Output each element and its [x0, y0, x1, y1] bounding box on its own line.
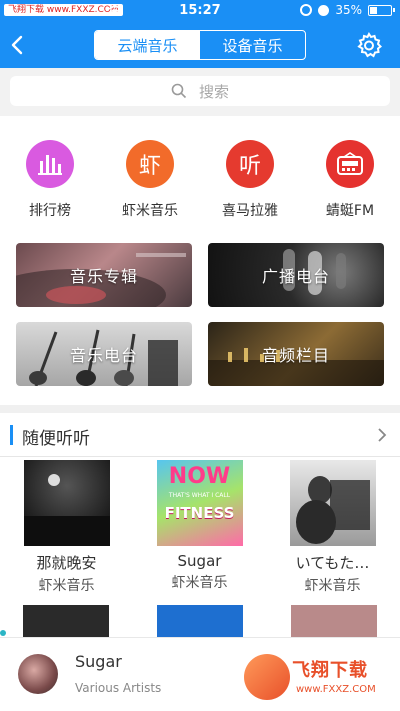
gear-icon[interactable] [356, 32, 382, 58]
banner-radio-stations[interactable]: 广播电台 [208, 243, 384, 307]
section-accent-bar [10, 425, 13, 445]
banner-label: 音乐电台 [69, 346, 138, 365]
banner-audio-columns[interactable]: 音频栏目 [208, 322, 384, 386]
cover-heading: FITNESS [164, 504, 235, 522]
tab-cloud-music[interactable]: 云端音乐 [95, 31, 200, 59]
album-card[interactable]: いてもた… 虾米音乐 [266, 460, 399, 595]
chevron-right-icon[interactable] [376, 427, 388, 443]
watermark-url: www.FXXZ.COM [296, 684, 376, 695]
category-qingting-fm[interactable]: 蜻蜓FM [300, 140, 400, 220]
section-title: 随便听听 [22, 429, 90, 449]
source-segmented-control: 云端音乐 设备音乐 [94, 30, 306, 60]
xiami-logo-icon: 虾 [126, 140, 174, 188]
album-title: Sugar [177, 552, 222, 570]
category-label: 蜻蜓FM [325, 203, 375, 219]
album-source: 虾米音乐 [38, 578, 95, 594]
album-source: 虾米音乐 [304, 578, 361, 594]
watermark-brand-name: 飞翔下载 [292, 660, 368, 681]
tab-device-music[interactable]: 设备音乐 [200, 31, 305, 59]
banner-music-albums[interactable]: 音乐专辑 [16, 243, 192, 307]
album-cover[interactable] [291, 605, 377, 637]
ximalaya-logo-icon: 听 [226, 140, 274, 188]
alarm-icon [318, 4, 330, 16]
album-title: 那就晚安 [36, 554, 97, 572]
cover-subtitle: THAT'S WHAT I CALL [168, 492, 231, 499]
now-playing-artist: Various Artists [75, 681, 162, 695]
album-card[interactable]: NOW THAT'S WHAT I CALL FITNESS Sugar 虾米音… [133, 460, 266, 595]
search-input[interactable]: 搜索 [10, 76, 390, 106]
album-row-2 [0, 605, 400, 637]
album-cover [289, 460, 376, 546]
banner-music-radio[interactable]: 音乐电台 [16, 322, 192, 386]
watermark-logo: 飞翔下载 www.FXXZ.COM [244, 650, 394, 706]
cover-title: NOW [168, 464, 231, 489]
album-cover[interactable] [23, 605, 109, 637]
status-bar: 飞翔下载 www.FXXZ.COM 15:27 35% [0, 0, 400, 22]
album-cover[interactable] [157, 605, 243, 637]
search-placeholder: 搜索 [198, 82, 229, 101]
now-playing-artwork[interactable] [18, 654, 58, 694]
album-title: いてもた… [295, 554, 370, 572]
banner-label: 音频栏目 [261, 346, 330, 365]
bars-icon [26, 140, 74, 188]
category-rankings[interactable]: 排行榜 [0, 140, 100, 220]
category-label: 喜马拉雅 [222, 203, 278, 219]
section-divider [0, 405, 400, 413]
category-label: 虾米音乐 [122, 203, 178, 219]
rotation-lock-icon [300, 4, 313, 16]
album-card[interactable]: 那就晚安 虾米音乐 [0, 460, 133, 595]
album-row: 那就晚安 虾米音乐 NOW THAT'S WHAT I CALL FITNESS… [0, 460, 400, 595]
indicator-dot [0, 630, 6, 636]
watermark-logo-icon [244, 654, 290, 700]
radio-icon [326, 140, 374, 188]
category-ximalaya[interactable]: 听 喜马拉雅 [200, 140, 300, 220]
banner-label: 广播电台 [261, 267, 330, 286]
search-area: 搜索 [0, 68, 400, 116]
banner-label: 音乐专辑 [69, 267, 138, 286]
album-cover [23, 460, 110, 546]
category-row: 排行榜 虾 虾米音乐 听 喜马拉雅 蜻蜓FM [0, 140, 400, 220]
battery-percent: 35% [335, 3, 362, 17]
chevron-left-icon[interactable] [4, 30, 32, 60]
category-xiami[interactable]: 虾 虾米音乐 [100, 140, 200, 220]
category-label: 排行榜 [29, 203, 71, 219]
nav-bar: 云端音乐 设备音乐 [0, 22, 400, 68]
album-cover: NOW THAT'S WHAT I CALL FITNESS [156, 460, 243, 546]
now-playing-title: Sugar [75, 652, 122, 671]
battery-icon [368, 4, 395, 16]
section-header[interactable]: 随便听听 [0, 413, 400, 457]
search-icon [171, 83, 187, 99]
album-source: 虾米音乐 [171, 575, 228, 591]
